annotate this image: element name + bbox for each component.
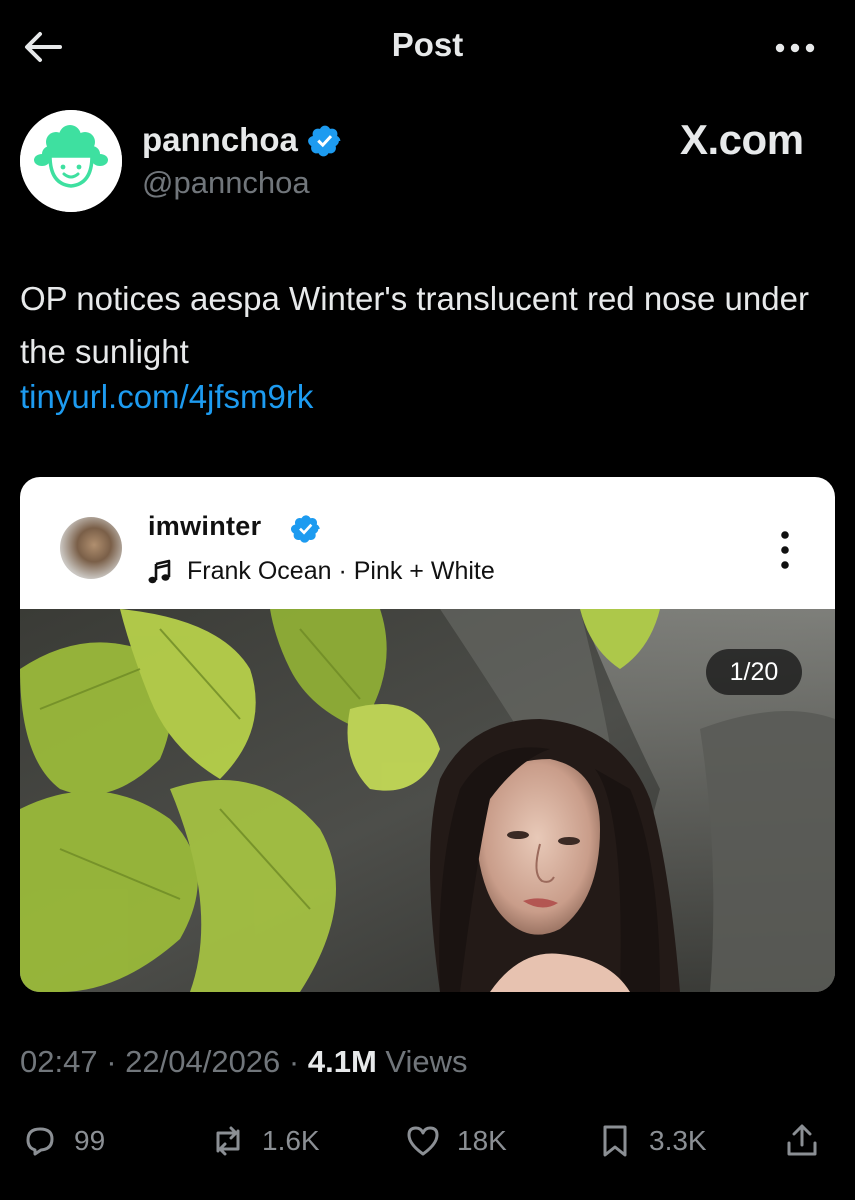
image-counter-badge: 1/20: [706, 649, 802, 695]
avatar-sheep-logo: [20, 110, 122, 212]
repost-count: 1.6K: [262, 1125, 320, 1156]
like-button[interactable]: 18K: [403, 1117, 507, 1165]
x-com-watermark: X.com: [680, 116, 804, 163]
repost-icon: [216, 1126, 240, 1156]
embed-music-label: Frank Ocean · Pink + White: [187, 557, 495, 585]
views-label: Views: [385, 1044, 468, 1079]
share-icon: [787, 1124, 817, 1156]
post-time: 02:47: [20, 1044, 98, 1079]
embed-avatar: [60, 517, 122, 579]
embedded-media-card[interactable]: imwinter Frank Ocean · Pink + White 1/20: [20, 477, 835, 992]
post-text: OP notices aespa Winter's translucent re…: [20, 280, 809, 370]
bookmark-icon: [603, 1125, 627, 1157]
post-date: 22/04/2026: [125, 1044, 281, 1079]
page-title: Post: [391, 26, 464, 63]
reply-count: 99: [74, 1125, 106, 1156]
more-vertical-icon: [781, 531, 789, 569]
reply-button[interactable]: 99: [20, 1117, 105, 1165]
music-note-icon: [147, 559, 173, 585]
reply-icon: [26, 1127, 54, 1156]
bookmark-count: 3.3K: [649, 1125, 707, 1156]
post-link[interactable]: tinyurl.com/4jfsm9rk: [20, 378, 313, 416]
like-icon: [407, 1126, 439, 1156]
verified-badge-icon: [290, 513, 322, 545]
post-meta: 02:47 · 22/04/2026 · 4.1M Views: [20, 1044, 468, 1079]
views-count: 4.1M: [307, 1044, 377, 1079]
more-horizontal-icon: [775, 43, 815, 53]
bookmark-button[interactable]: 3.3K: [595, 1117, 707, 1165]
more-options-button[interactable]: [770, 28, 820, 68]
share-button[interactable]: [782, 1117, 822, 1165]
like-count: 18K: [457, 1125, 507, 1156]
verified-badge-icon: [307, 123, 343, 159]
author-avatar[interactable]: [20, 110, 122, 212]
repost-button[interactable]: 1.6K: [208, 1117, 320, 1165]
embed-more-button[interactable]: [770, 525, 800, 575]
author-name[interactable]: pannchoa: [142, 121, 298, 159]
embed-username: imwinter: [148, 511, 262, 541]
author-handle: @pannchoa: [142, 165, 310, 200]
